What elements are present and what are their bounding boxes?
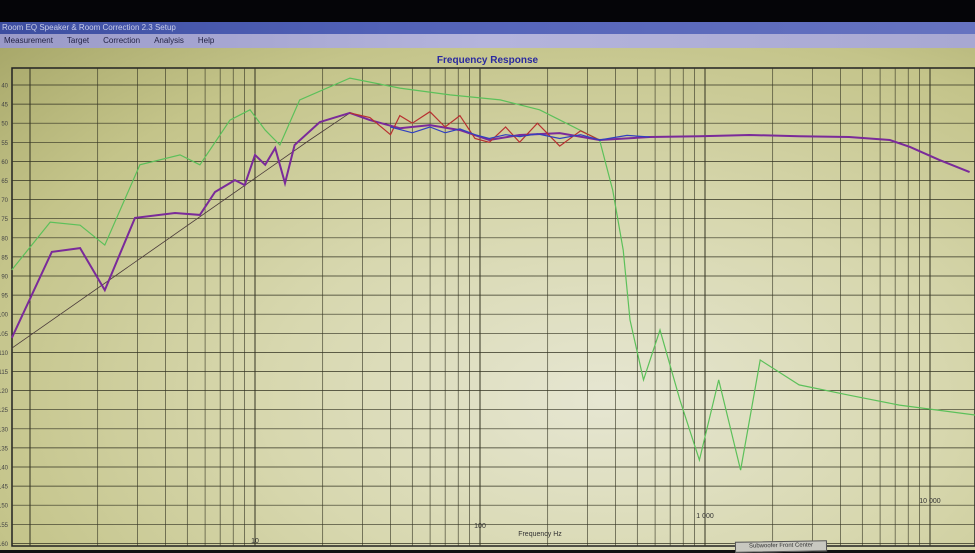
y-tick-label: 150 bbox=[0, 504, 9, 510]
x-tick-label: 100 bbox=[474, 523, 486, 530]
frequency-response-chart: 40 45 50 55 60 65 70 75 80 85 90 95 100 105 110 115 120 1… bbox=[0, 67, 975, 548]
y-tick-label: 50 bbox=[1, 122, 8, 128]
y-tick-label: 160 bbox=[0, 542, 9, 548]
y-tick-label: 105 bbox=[0, 332, 9, 338]
y-tick-label: 55 bbox=[1, 141, 8, 147]
x-axis-label: Frequency Hz bbox=[518, 531, 562, 538]
y-tick-label: 115 bbox=[0, 370, 9, 376]
y-tick-label: 95 bbox=[1, 294, 8, 300]
channel-tab[interactable]: Subwoofer Front Center bbox=[734, 540, 828, 553]
y-tick-label: 155 bbox=[0, 523, 9, 529]
y-tick-label: 65 bbox=[1, 179, 8, 185]
y-tick-label: 130 bbox=[0, 427, 9, 433]
y-tick-label: 80 bbox=[1, 236, 8, 242]
series-red-line bbox=[349, 110, 600, 147]
series-target-line bbox=[11, 112, 351, 349]
y-tick-label: 120 bbox=[0, 389, 9, 395]
x-tick-label: 1 000 bbox=[696, 513, 714, 520]
y-tick-label: 60 bbox=[1, 160, 8, 166]
y-tick-label: 110 bbox=[0, 351, 9, 357]
y-tick-label: 85 bbox=[1, 255, 8, 261]
x-tick-label: 10 000 bbox=[919, 498, 941, 505]
y-tick-label: 140 bbox=[0, 466, 9, 472]
y-tick-label: 90 bbox=[1, 275, 8, 281]
y-tick-label: 135 bbox=[0, 446, 9, 452]
y-tick-label: 75 bbox=[1, 217, 8, 223]
y-tick-label: 125 bbox=[0, 408, 9, 414]
y-tick-label: 40 bbox=[1, 84, 8, 90]
y-tick-label: 45 bbox=[1, 103, 8, 109]
y-tick-label: 70 bbox=[1, 198, 8, 204]
y-tick-label: 100 bbox=[0, 313, 9, 319]
series-blue-line bbox=[390, 126, 650, 141]
x-tick-label: 10 bbox=[251, 538, 259, 545]
series-purple-line bbox=[10, 111, 970, 339]
y-tick-label: 145 bbox=[0, 485, 9, 491]
